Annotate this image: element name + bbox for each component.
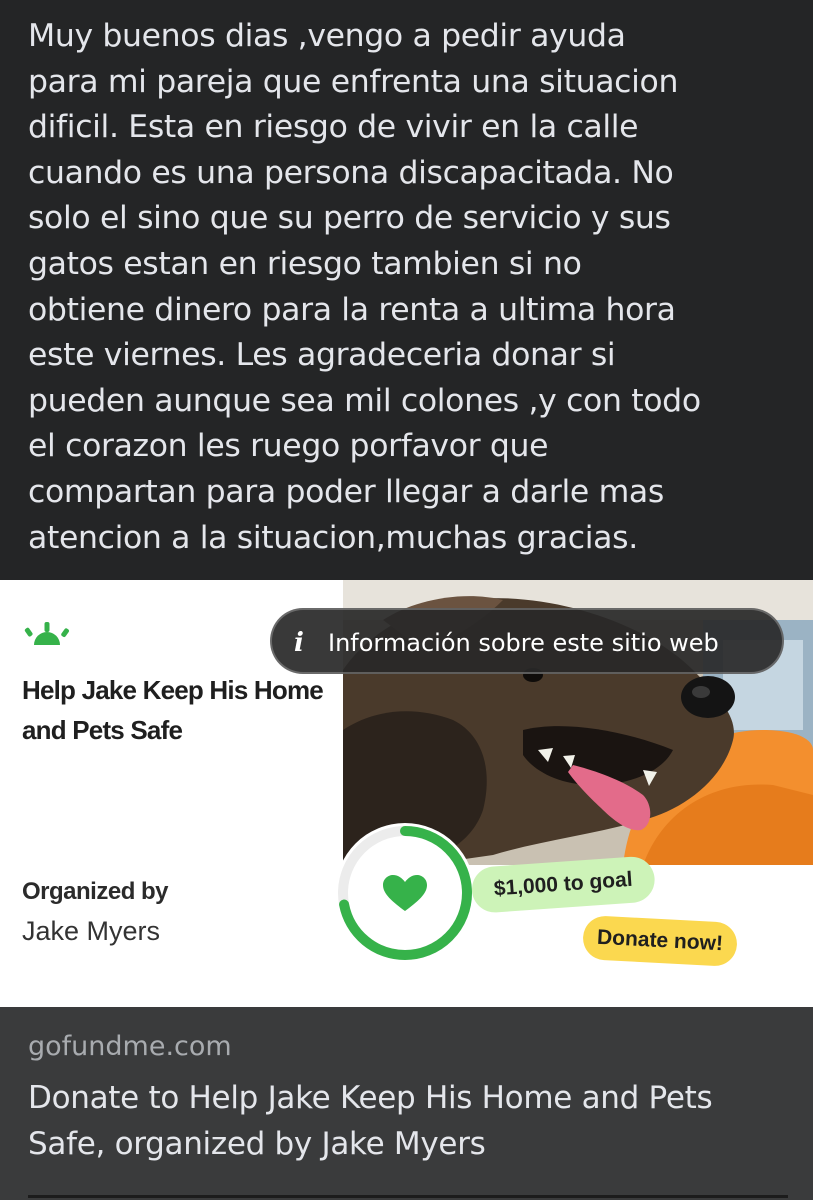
progress-ring [335,823,475,963]
donate-now-button[interactable]: Donate now! [581,915,739,967]
campaign-title: Help Jake Keep His Home and Pets Safe [22,675,324,745]
site-info-button[interactable]: i Información sobre este sitio web [270,608,784,674]
post-text: Muy buenos dias ,vengo a pedir ayuda par… [28,18,701,556]
link-title[interactable]: Donate to Help Jake Keep His Home and Pe… [28,1075,788,1167]
site-info-label: Información sobre este sitio web [328,629,719,657]
link-domain: gofundme.com [28,1031,232,1062]
gofundme-logo-icon [24,622,69,645]
link-footer[interactable]: gofundme.com Donate to Help Jake Keep Hi… [0,1007,813,1200]
organized-by-label: Organized by [22,878,169,905]
info-icon: i [294,628,304,658]
organizer-name: Jake Myers [22,916,161,946]
divider [28,1195,788,1198]
link-preview-card[interactable]: Help Jake Keep His Home and Pets Safe Or… [0,580,813,1007]
